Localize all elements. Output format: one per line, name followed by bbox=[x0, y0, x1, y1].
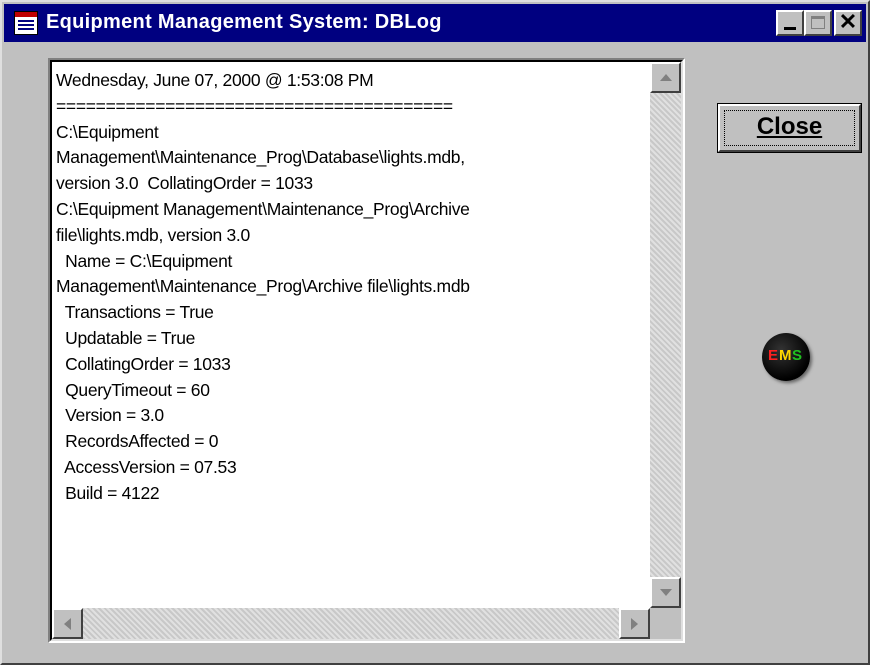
log-content[interactable]: Wednesday, June 07, 2000 @ 1:53:08 PM ===… bbox=[56, 68, 646, 608]
close-icon: ✕ bbox=[838, 9, 858, 34]
log-line: ======================================== bbox=[56, 95, 453, 116]
arrow-right-icon bbox=[631, 618, 638, 630]
logo-letter-s: S bbox=[792, 347, 803, 364]
log-line: file\lights.mdb, version 3.0 bbox=[56, 224, 250, 245]
ems-logo-icon: E M S bbox=[762, 333, 810, 381]
horizontal-scrollbar[interactable] bbox=[52, 608, 650, 639]
log-line: Wednesday, June 07, 2000 @ 1:53:08 PM bbox=[56, 70, 374, 90]
maximize-button[interactable] bbox=[804, 10, 832, 36]
minimize-button[interactable] bbox=[776, 10, 804, 36]
window-close-button[interactable]: ✕ bbox=[834, 10, 862, 36]
log-line: QueryTimeout = 60 bbox=[56, 379, 210, 400]
log-line: AccessVersion = 07.53 bbox=[56, 456, 237, 477]
scroll-down-button[interactable] bbox=[650, 577, 681, 608]
close-button[interactable]: Close bbox=[717, 103, 862, 153]
log-line: Transactions = True bbox=[56, 302, 214, 323]
scroll-right-button[interactable] bbox=[619, 608, 650, 639]
arrow-down-icon bbox=[660, 589, 672, 596]
arrow-up-icon bbox=[660, 74, 672, 81]
window-title: Equipment Management System: DBLog bbox=[46, 11, 442, 33]
log-line: Name = C:\Equipment bbox=[56, 250, 233, 271]
log-line: Management\Maintenance_Prog\Archive file… bbox=[56, 276, 470, 297]
close-button-label: Close bbox=[756, 113, 823, 140]
log-line: C:\Equipment bbox=[56, 121, 159, 142]
minimize-icon bbox=[784, 27, 796, 30]
log-line: RecordsAffected = 0 bbox=[56, 431, 219, 452]
maximize-icon bbox=[811, 16, 825, 29]
title-bar[interactable]: Equipment Management System: DBLog ✕ bbox=[4, 4, 866, 42]
log-textbox[interactable]: Wednesday, June 07, 2000 @ 1:53:08 PM ===… bbox=[48, 58, 685, 643]
log-line: Version = 3.0 bbox=[56, 405, 164, 426]
scroll-up-button[interactable] bbox=[650, 62, 681, 93]
scroll-left-button[interactable] bbox=[52, 608, 83, 639]
arrow-left-icon bbox=[64, 618, 71, 630]
log-line: Updatable = True bbox=[56, 327, 196, 348]
log-line: Build = 4122 bbox=[56, 482, 160, 503]
logo-letter-e: E bbox=[768, 347, 779, 364]
document-icon[interactable] bbox=[14, 11, 38, 35]
log-line: Management\Maintenance_Prog\Database\lig… bbox=[56, 147, 465, 168]
logo-letter-m: M bbox=[779, 347, 792, 364]
scrollbar-corner bbox=[650, 608, 681, 639]
log-line: C:\Equipment Management\Maintenance_Prog… bbox=[56, 198, 470, 219]
log-line: version 3.0 CollatingOrder = 1033 bbox=[56, 173, 313, 194]
vertical-scrollbar[interactable] bbox=[650, 62, 681, 608]
dblog-window: Equipment Management System: DBLog ✕ Wed… bbox=[0, 0, 870, 665]
log-line: CollatingOrder = 1033 bbox=[56, 353, 231, 374]
